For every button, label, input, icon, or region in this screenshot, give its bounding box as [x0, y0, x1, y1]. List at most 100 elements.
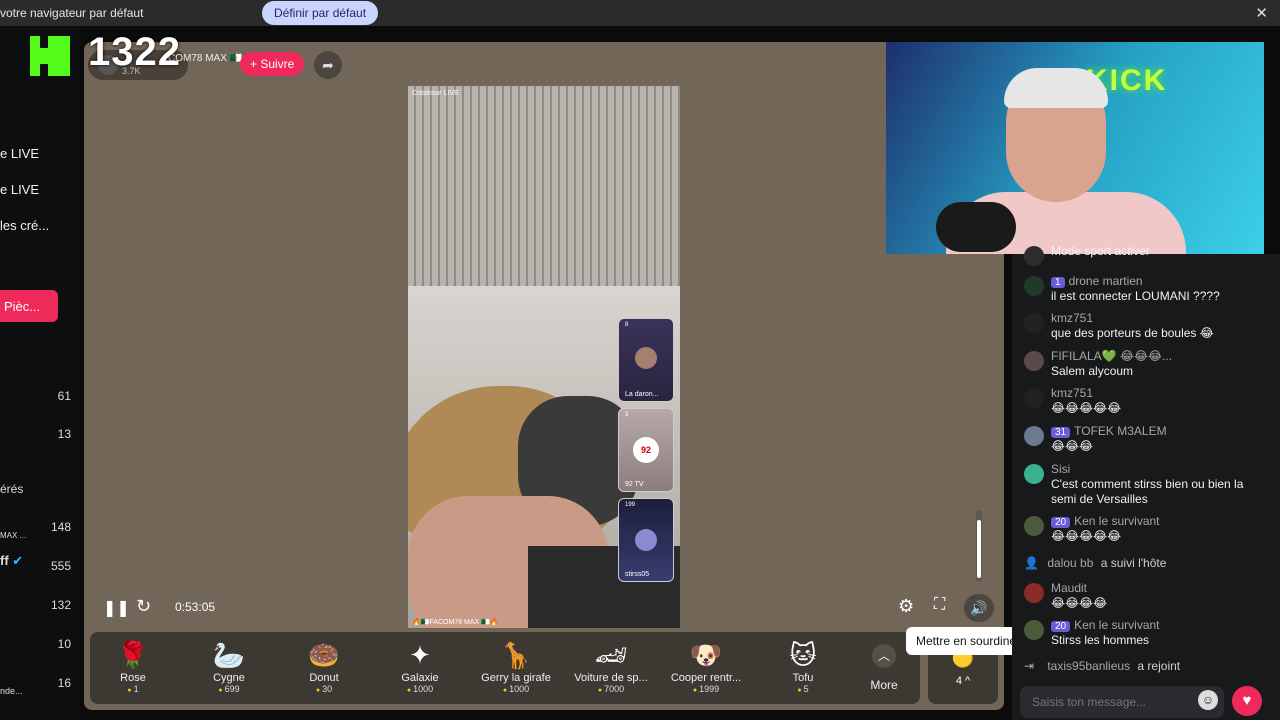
gift-name: Cygne [213, 672, 245, 684]
system-message: 👤 dalou bb a suivi l'hôte [1024, 556, 1166, 570]
avatar[interactable] [1024, 351, 1044, 371]
followed-channel-count: 132 [50, 598, 71, 612]
guest-thumbnail[interactable]: 8 La daron... [618, 318, 674, 402]
sidebar-link-live-2[interactable]: e LIVE [0, 182, 39, 197]
sidebar-link-creators[interactable]: les cré... [0, 218, 49, 233]
username-text: kmz751 [1051, 386, 1094, 400]
chat-text: Salem alycoum [1051, 364, 1134, 378]
followed-channel-name[interactable]: nde... [0, 686, 23, 696]
username-text: Sisi [1051, 462, 1071, 476]
set-default-button[interactable]: Définir par défaut [262, 1, 379, 25]
chat-text: 😂😂😂😂😂 [1051, 401, 1122, 415]
system-user: taxis95banlieus [1047, 659, 1131, 673]
sidebar-button[interactable]: Pièc... [0, 290, 58, 322]
gift-price: 1000 [380, 684, 460, 694]
avatar[interactable] [1024, 583, 1044, 603]
gift-item[interactable]: 🦢 Cygne699 [189, 638, 269, 694]
sidebar-count: 13 [57, 427, 71, 441]
guest-thumbnail[interactable]: 199 stirss05 [618, 498, 674, 582]
chat-username[interactable]: kmz751 [1051, 386, 1093, 400]
emoji-icon[interactable]: ☺ [1198, 690, 1218, 710]
chat-username[interactable]: Sisi [1051, 462, 1070, 476]
username-text: kmz751 [1051, 311, 1094, 325]
chat-text: 😂😂😂😂😂 [1051, 529, 1122, 543]
chat-input[interactable] [1020, 686, 1224, 718]
avatar[interactable] [1024, 464, 1044, 484]
streamer-hair [1004, 68, 1108, 108]
chat-username[interactable]: 1 drone martien [1051, 274, 1143, 288]
pause-icon[interactable]: ❚❚ [103, 598, 130, 618]
avatar[interactable] [1024, 313, 1044, 333]
username-text: TOFEK M3ALEM [1074, 424, 1167, 438]
close-icon[interactable]: ✕ [1255, 4, 1268, 22]
chat-text: 😂😂😂 [1051, 439, 1094, 453]
infobar-message: votre navigateur par défaut [0, 6, 144, 20]
chat-username[interactable]: 20 Ken le survivant [1051, 514, 1160, 528]
fullscreen-icon[interactable]: ⛶ [934, 596, 945, 614]
verified-icon: ✔ [12, 553, 24, 568]
followed-channel-name[interactable]: MAX ... [0, 531, 26, 540]
chat-username[interactable]: 31 TOFEK M3ALEM [1051, 424, 1167, 438]
guest-count: 8 [625, 322, 629, 328]
guest-thumbnail[interactable]: 3 92 92 TV [618, 408, 674, 492]
microphone [936, 202, 1016, 252]
chat-username[interactable]: 20 Ken le survivant [1051, 618, 1160, 632]
sub-badge: 20 [1051, 621, 1071, 632]
avatar[interactable] [1024, 620, 1044, 640]
gift-name: Gerry la girafe [481, 672, 551, 684]
gift-item[interactable]: 🌹 Rose1 [93, 638, 173, 694]
chat-text: Mode sport activer [1051, 244, 1150, 258]
gift-price: 1999 [666, 684, 746, 694]
sidebar-count: 61 [57, 389, 71, 403]
streamer-webcam: KICK [886, 42, 1264, 254]
sidebar-link-live[interactable]: e LIVE [0, 146, 39, 161]
more-gifts-button[interactable]: ︿ More [862, 644, 906, 692]
sidebar-section-title: érés [0, 482, 24, 496]
chat-username[interactable]: FIFILALA💚 😂😂😂... [1051, 349, 1172, 363]
gift-name: Voiture de sp... [574, 672, 648, 684]
follow-button[interactable]: + Suivre [240, 52, 305, 76]
system-text: a suivi l'hôte [1100, 556, 1167, 570]
avatar[interactable] [1024, 426, 1044, 446]
gift-item[interactable]: 🍩 Donut30 [284, 638, 364, 694]
chevron-up-icon: ︿ [872, 644, 896, 668]
chat-username[interactable]: kmz751 [1051, 311, 1093, 325]
gift-name: Cooper rentr... [670, 672, 742, 684]
followed-channel-count: 148 [50, 520, 71, 534]
guest-avatar [635, 529, 657, 551]
system-text: a rejoint [1137, 659, 1181, 673]
gift-item[interactable]: 🐱 Tofu5 [763, 638, 843, 694]
guest-count: 3 [625, 412, 629, 418]
gift-price: 5 [763, 684, 843, 694]
avatar[interactable] [1024, 516, 1044, 536]
gift-price: 1000 [476, 684, 556, 694]
guest-label: La daron... [625, 391, 659, 398]
tv-logo-icon: 92 [633, 437, 659, 463]
avatar[interactable] [1024, 246, 1044, 266]
gift-icon: 🐱 [789, 640, 817, 670]
avatar[interactable] [1024, 276, 1044, 296]
chat-username[interactable]: Maudit [1051, 581, 1087, 595]
heart-icon[interactable]: ♥ [1232, 686, 1262, 716]
volume-level [977, 520, 981, 578]
gift-name: Rose [120, 672, 146, 684]
reload-icon[interactable]: ↻ [136, 596, 151, 617]
gift-item[interactable]: 🦒 Gerry la girafe1000 [476, 638, 556, 694]
chat-text: que des porteurs de boules 😂 [1051, 326, 1214, 340]
avatar[interactable] [1024, 388, 1044, 408]
gift-price: 699 [189, 684, 269, 694]
more-label: More [870, 678, 898, 692]
settings-icon[interactable]: ⚙ [898, 596, 914, 617]
volume-icon[interactable]: 🔊 [964, 594, 994, 622]
gift-icon: 🦒 [499, 640, 533, 670]
gift-item[interactable]: 🐶 Cooper rentr...1999 [666, 638, 746, 694]
followed-channel-name[interactable]: ff ✔ [0, 553, 23, 569]
gift-item[interactable]: ✦ Galaxie1000 [380, 638, 460, 694]
followed-channel-count: 10 [57, 637, 71, 651]
share-icon[interactable]: ➦ [314, 51, 342, 79]
sub-badge: 20 [1051, 517, 1071, 528]
kick-logo[interactable] [30, 36, 70, 76]
gift-item[interactable]: 🏎 Voiture de sp...7000 [571, 638, 651, 694]
gift-icon: 🦢 [212, 640, 246, 670]
chat-text: C'est comment stirss bien ou bien la sem… [1051, 477, 1244, 506]
